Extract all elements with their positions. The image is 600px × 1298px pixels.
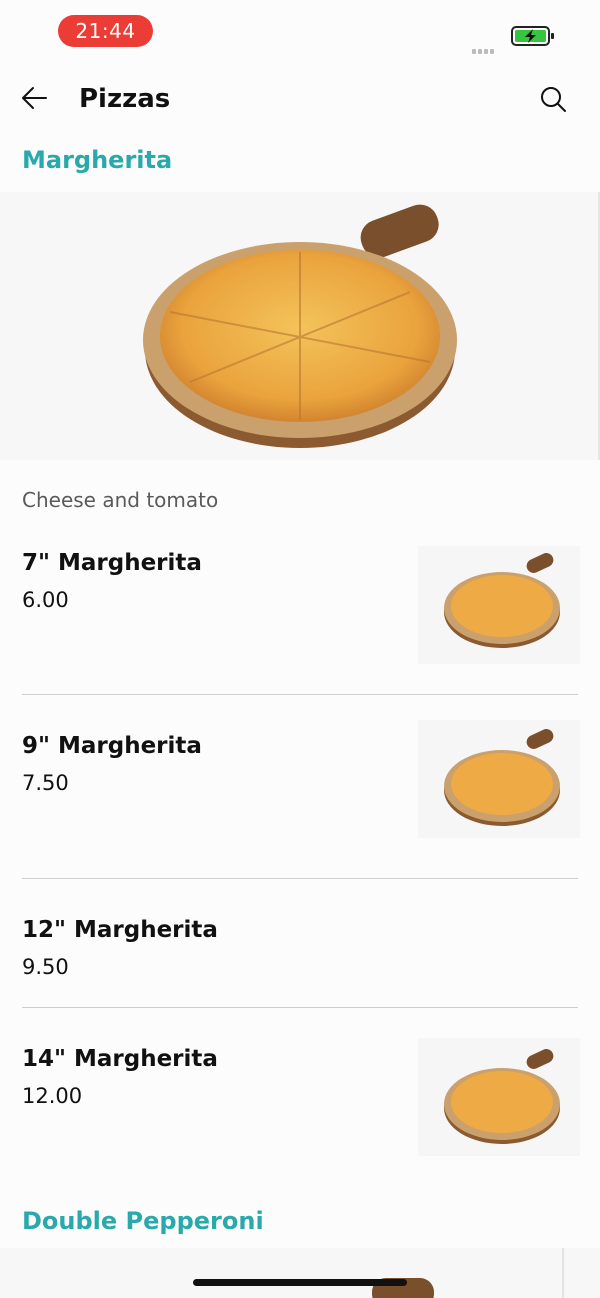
item-name: 9" Margherita: [22, 733, 202, 759]
divider: [22, 1007, 578, 1008]
magnifier-icon: [541, 87, 566, 112]
hero-edge: [562, 1248, 564, 1298]
back-button[interactable]: [18, 82, 54, 114]
pizza-image: [143, 204, 457, 448]
app-header: Pizzas: [0, 64, 600, 134]
item-thumbnail: [418, 1038, 580, 1156]
item-thumbnail: [418, 546, 580, 664]
arrow-left-icon: [22, 87, 47, 109]
pizza-thumbnail-image: [444, 1049, 560, 1144]
section-title-margherita: Margherita: [22, 146, 173, 174]
menu-item[interactable]: 14" Margherita 12.00: [0, 1038, 600, 1164]
item-name: 7" Margherita: [22, 550, 202, 576]
signal-dots-icon: [472, 39, 496, 58]
item-name: 12" Margherita: [22, 917, 218, 943]
menu-item[interactable]: 12" Margherita 9.50: [0, 915, 600, 1005]
item-price: 12.00: [22, 1084, 83, 1108]
divider: [22, 878, 578, 879]
status-time: 21:44: [58, 15, 153, 47]
pizza-thumbnail-image: [444, 553, 560, 648]
section-hero-image-peek: [0, 1248, 600, 1298]
battery-charging-icon: [511, 25, 555, 47]
status-bar: 21:44: [0, 0, 600, 64]
item-thumbnail: [418, 720, 580, 838]
divider: [22, 694, 578, 695]
item-price: 9.50: [22, 955, 69, 979]
item-price: 6.00: [22, 588, 69, 612]
page-title: Pizzas: [79, 84, 171, 114]
pizza-image: [372, 1278, 434, 1298]
pizza-thumbnail-image: [444, 729, 560, 826]
menu-item[interactable]: 9" Margherita 7.50: [0, 720, 600, 877]
home-indicator[interactable]: [193, 1279, 407, 1286]
item-price: 7.50: [22, 771, 69, 795]
menu-item[interactable]: 7" Margherita 6.00: [0, 546, 600, 694]
search-button[interactable]: [538, 84, 570, 116]
item-name: 14" Margherita: [22, 1046, 218, 1072]
section-description: Cheese and tomato: [22, 488, 219, 512]
section-title-double-pepperoni: Double Pepperoni: [22, 1207, 264, 1235]
section-hero-image: [0, 192, 600, 460]
